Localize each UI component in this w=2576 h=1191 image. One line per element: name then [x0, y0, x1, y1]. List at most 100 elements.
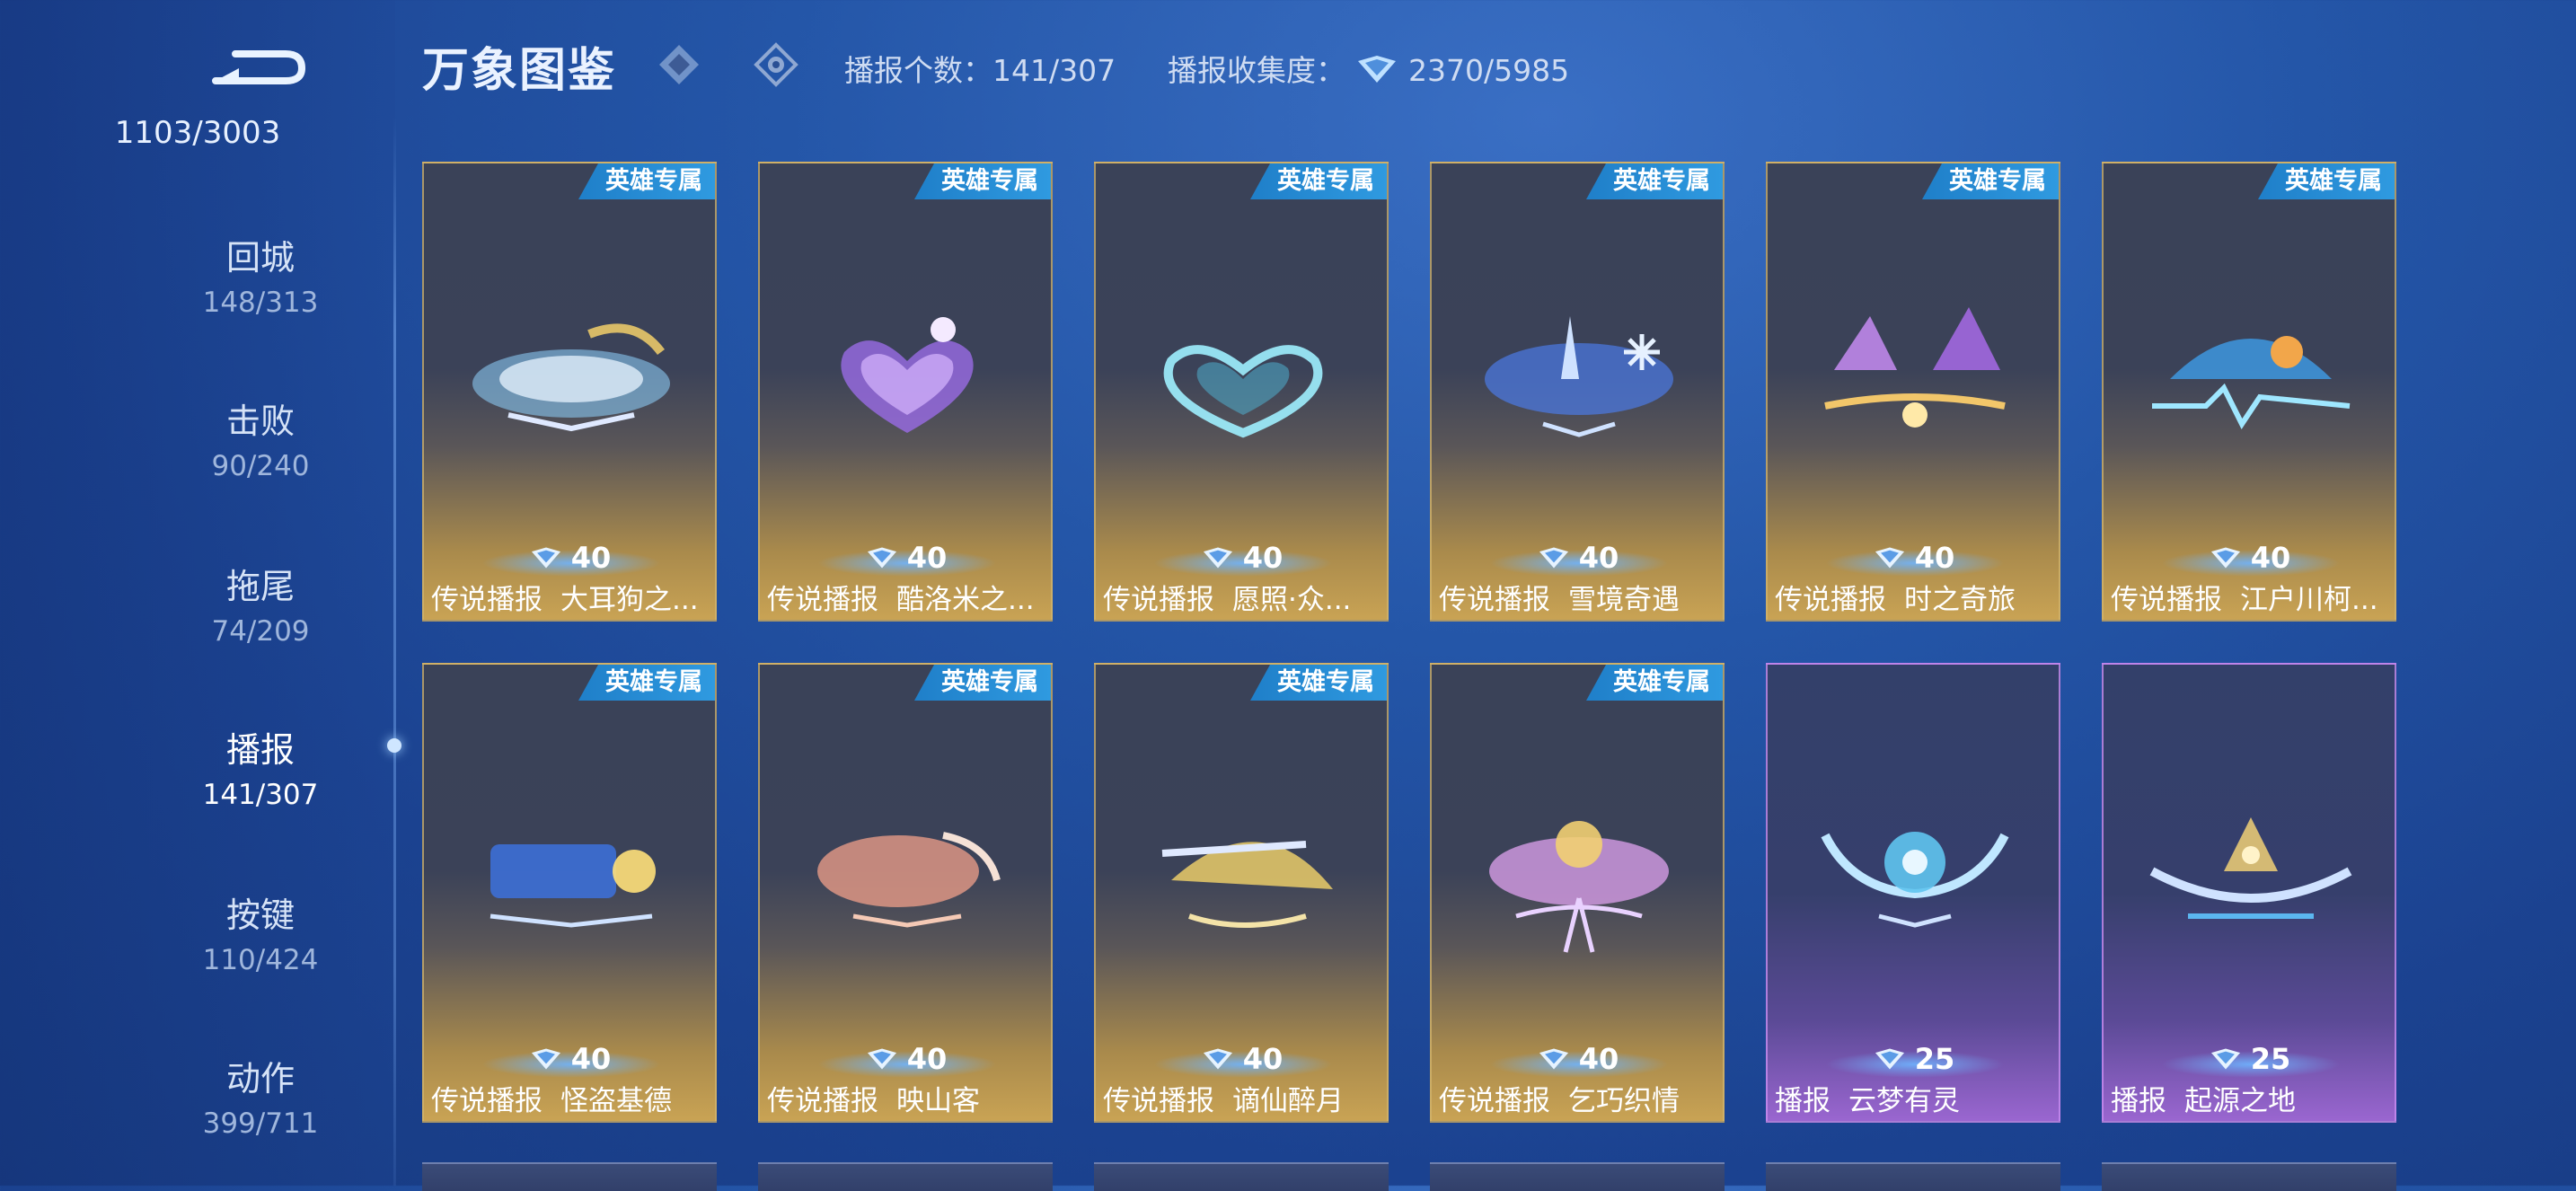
- stat-label: 播报个数：: [844, 53, 992, 88]
- active-indicator: [387, 738, 401, 753]
- broadcast-art-icon: [841, 317, 974, 433]
- price-value: 40: [1242, 1042, 1284, 1076]
- price: 40: [424, 541, 715, 577]
- card-broadcast[interactable]: 英雄专属 40 传说播报 谪仙醉月: [1094, 663, 1389, 1123]
- card-broadcast[interactable]: 英雄专属 40 传说播报 大耳狗之...: [422, 162, 717, 622]
- price: 40: [1432, 541, 1723, 577]
- collection-stat: 播报收集度： 2370/5985: [1168, 47, 1569, 92]
- hero-exclusive-badge: 英雄专属: [578, 163, 715, 199]
- price: 40: [760, 541, 1051, 577]
- price: 40: [1096, 1042, 1387, 1078]
- card-name: 江户川柯...: [2240, 584, 2378, 616]
- gem-icon: [1203, 1048, 1232, 1070]
- card-title: 传说播报 时之奇旅: [1775, 577, 2051, 617]
- price: 40: [1096, 541, 1387, 577]
- hero-exclusive-badge: 英雄专属: [578, 665, 715, 701]
- price-value: 40: [570, 1042, 612, 1076]
- price: 40: [424, 1042, 715, 1078]
- card-partial[interactable]: [1766, 1162, 2060, 1191]
- card-partial[interactable]: [758, 1162, 1053, 1191]
- gem-icon: [2210, 547, 2240, 569]
- gem-icon: [1539, 547, 1568, 569]
- price-value: 40: [2250, 541, 2291, 575]
- card-type: 传说播报: [767, 584, 878, 616]
- card-title: 传说播报 大耳狗之...: [431, 577, 708, 617]
- eye-filter-icon[interactable]: [751, 40, 801, 90]
- card-name: 雪境奇遇: [1568, 584, 1680, 616]
- card-type: 播报: [1775, 1085, 1831, 1117]
- card-broadcast[interactable]: 英雄专属 40 传说播报 乞巧织情: [1430, 663, 1725, 1123]
- card-title: 传说播报 乞巧织情: [1439, 1078, 1716, 1118]
- diamond-filter-icon[interactable]: [654, 40, 704, 90]
- gem-icon: [1203, 547, 1232, 569]
- card-title: 传说播报 谪仙醉月: [1103, 1078, 1380, 1118]
- price-value: 40: [1242, 541, 1284, 575]
- card-title: 传说播报 映山客: [767, 1078, 1044, 1118]
- card-partial[interactable]: [1094, 1162, 1389, 1191]
- card-title: 传说播报 怪盗基德: [431, 1078, 708, 1118]
- card-type: 传说播报: [1439, 1085, 1550, 1117]
- gem-icon: [2210, 1048, 2240, 1070]
- card-name: 酷洛米之...: [896, 584, 1035, 616]
- hero-exclusive-badge: 英雄专属: [914, 665, 1051, 701]
- card-broadcast[interactable]: 英雄专属 40 传说播报 雪境奇遇: [1430, 162, 1725, 622]
- gem-icon: [1539, 1048, 1568, 1070]
- price: 25: [1768, 1042, 2059, 1078]
- stat-value: 2370/5985: [1408, 53, 1570, 88]
- gem-icon: [531, 547, 560, 569]
- price-value: 25: [1914, 1042, 1955, 1076]
- card-title: 传说播报 酷洛米之...: [767, 577, 1044, 617]
- gem-icon: [531, 1048, 560, 1070]
- card-name: 谪仙醉月: [1232, 1085, 1344, 1117]
- card-type: 播报: [2111, 1085, 2166, 1117]
- broadcast-art-icon: [2152, 336, 2351, 429]
- hero-exclusive-badge: 英雄专属: [1250, 665, 1387, 701]
- card-name: 时之奇旅: [1904, 584, 2016, 616]
- gem-icon: [1354, 54, 1399, 92]
- card-type: 传说播报: [2111, 584, 2222, 616]
- stat-label: 播报收集度：: [1168, 53, 1345, 88]
- gem-icon: [867, 547, 896, 569]
- card-broadcast[interactable]: 英雄专属 40 传说播报 酷洛米之...: [758, 162, 1053, 622]
- card-broadcast[interactable]: 英雄专属 40 传说播报 江户川柯...: [2102, 162, 2396, 622]
- card-broadcast[interactable]: 25 播报 起源之地: [2102, 663, 2396, 1123]
- card-broadcast[interactable]: 英雄专属 40 传说播报 怪盗基德: [422, 663, 717, 1123]
- card-broadcast[interactable]: 英雄专属 40 传说播报 愿照·众...: [1094, 162, 1389, 622]
- card-type: 传说播报: [1775, 584, 1886, 616]
- gem-icon: [1875, 1048, 1904, 1070]
- price: 25: [2104, 1042, 2395, 1078]
- card-name: 映山客: [896, 1085, 980, 1117]
- hero-exclusive-badge: 英雄专属: [1922, 163, 2059, 199]
- hero-exclusive-badge: 英雄专属: [1586, 163, 1723, 199]
- price-value: 40: [1578, 1042, 1619, 1076]
- card-title: 传说播报 愿照·众...: [1103, 577, 1380, 617]
- card-partial[interactable]: [422, 1162, 717, 1191]
- card-name: 愿照·众...: [1232, 584, 1352, 616]
- broadcast-art-icon: [1489, 821, 1669, 953]
- card-title: 播报 起源之地: [2111, 1078, 2387, 1118]
- price: 40: [1768, 541, 2059, 577]
- price-value: 40: [906, 1042, 948, 1076]
- card-broadcast[interactable]: 英雄专属 40 传说播报 映山客: [758, 663, 1053, 1123]
- card-name: 云梦有灵: [1848, 1085, 1960, 1117]
- card-type: 传说播报: [1439, 584, 1550, 616]
- card-partial[interactable]: [2102, 1162, 2396, 1191]
- broadcast-art-icon: [1485, 316, 1673, 437]
- card-type: 传说播报: [431, 1085, 543, 1117]
- card-broadcast[interactable]: 25 播报 云梦有灵: [1766, 663, 2060, 1123]
- gem-icon: [1875, 547, 1904, 569]
- broadcast-count-stat: 播报个数：141/307: [844, 47, 1116, 90]
- card-type: 传说播报: [767, 1085, 878, 1117]
- card-type: 传说播报: [1103, 1085, 1214, 1117]
- broadcast-art-icon: [1163, 345, 1323, 438]
- card-partial[interactable]: [1430, 1162, 1725, 1191]
- price-value: 40: [906, 541, 948, 575]
- back-arrow-icon[interactable]: [208, 34, 316, 88]
- card-type: 传说播报: [431, 584, 543, 616]
- page-title: 万象图鉴: [422, 44, 617, 98]
- hero-exclusive-badge: 英雄专属: [1250, 163, 1387, 199]
- card-broadcast[interactable]: 英雄专属 40 传说播报 时之奇旅: [1766, 162, 2060, 622]
- broadcast-art-icon: [817, 832, 1001, 928]
- price: 40: [2104, 541, 2395, 577]
- gem-icon: [867, 1048, 896, 1070]
